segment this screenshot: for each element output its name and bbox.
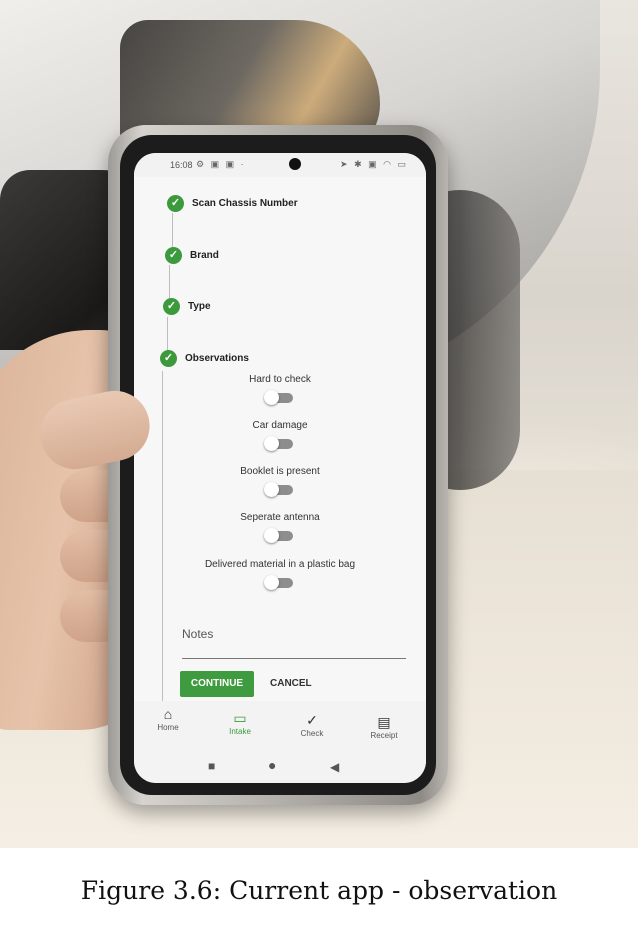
booklet-present-switch[interactable] xyxy=(264,482,293,497)
step-type[interactable]: ✓ Type xyxy=(163,296,211,316)
step-label: Scan Chassis Number xyxy=(192,197,298,209)
inbox-icon: ▭ xyxy=(233,710,247,726)
toggle-label: Car damage xyxy=(252,420,308,431)
nav-label: Home xyxy=(157,723,179,732)
switch-knob xyxy=(264,436,279,451)
step-scan-chassis[interactable]: ✓ Scan Chassis Number xyxy=(167,193,298,213)
phone-bezel: 16:08 ⚙ ▣ ▣ · ➤ ✱ ▣ ◠ ▭ ✓ Scan Chassis N… xyxy=(120,135,436,795)
toggle-label: Delivered material in a plastic bag xyxy=(204,559,356,570)
observation-hard-to-check: Hard to check xyxy=(134,374,426,408)
system-navigation-bar: ■ ● ◀ xyxy=(134,751,426,783)
nav-check[interactable]: ✓ Check xyxy=(284,711,340,738)
step-connector xyxy=(172,213,173,247)
switch-knob xyxy=(264,575,279,590)
nav-label: Check xyxy=(300,729,324,738)
notes-field[interactable]: Notes xyxy=(182,627,213,641)
notes-underline xyxy=(182,658,406,659)
check-circle-icon: ✓ xyxy=(163,297,180,315)
home-circle-icon[interactable]: ● xyxy=(268,757,276,773)
status-bar: 16:08 ⚙ ▣ ▣ · ➤ ✱ ▣ ◠ ▭ xyxy=(134,153,426,177)
check-circle-icon: ✓ xyxy=(165,246,182,264)
continue-button[interactable]: CONTINUE xyxy=(180,671,254,697)
step-label: Brand xyxy=(190,249,219,261)
nav-intake[interactable]: ▭ Intake xyxy=(212,709,268,736)
home-icon: ⌂ xyxy=(163,706,173,722)
front-camera xyxy=(289,158,301,170)
cancel-button[interactable]: CANCEL xyxy=(270,671,330,697)
nav-label: Receipt xyxy=(370,731,398,740)
switch-knob xyxy=(264,528,279,543)
figure-caption: Figure 3.6: Current app - observation xyxy=(80,876,558,905)
nav-label: Intake xyxy=(229,727,251,736)
step-label: Type xyxy=(188,300,211,312)
car-damage-switch[interactable] xyxy=(264,436,293,451)
check-icon: ✓ xyxy=(306,712,318,728)
step-connector xyxy=(167,317,168,351)
switch-knob xyxy=(264,482,279,497)
nav-home[interactable]: ⌂ Home xyxy=(140,705,196,732)
toggle-label: Hard to check xyxy=(249,374,311,385)
nav-receipt[interactable]: ▤ Receipt xyxy=(356,713,412,740)
step-observations[interactable]: ✓ Observations xyxy=(160,348,249,368)
step-connector xyxy=(169,265,170,299)
switch-knob xyxy=(264,390,279,405)
separate-antenna-switch[interactable] xyxy=(264,528,293,543)
step-brand[interactable]: ✓ Brand xyxy=(165,245,219,265)
system-status-icons: ➤ ✱ ▣ ◠ ▭ xyxy=(340,159,408,169)
check-circle-icon: ✓ xyxy=(160,349,177,367)
toggle-label: Seperate antenna xyxy=(240,512,320,523)
app-screen: 16:08 ⚙ ▣ ▣ · ➤ ✱ ▣ ◠ ▭ ✓ Scan Chassis N… xyxy=(134,153,426,783)
status-time: 16:08 xyxy=(170,160,193,170)
receipt-icon: ▤ xyxy=(377,714,391,730)
check-circle-icon: ✓ xyxy=(167,194,184,212)
notification-icons: ⚙ ▣ ▣ · xyxy=(196,159,246,169)
observation-separate-antenna: Seperate antenna xyxy=(134,512,426,546)
step-label: Observations xyxy=(185,352,249,364)
observation-booklet-present: Booklet is present xyxy=(134,466,426,500)
toggle-label: Booklet is present xyxy=(240,466,320,477)
back-icon[interactable]: ◀ xyxy=(330,760,339,774)
recents-icon[interactable]: ■ xyxy=(208,759,215,773)
hard-to-check-switch[interactable] xyxy=(264,390,293,405)
observation-car-damage: Car damage xyxy=(134,420,426,454)
observation-plastic-bag: Delivered material in a plastic bag xyxy=(134,559,426,593)
photo-background: 16:08 ⚙ ▣ ▣ · ➤ ✱ ▣ ◠ ▭ ✓ Scan Chassis N… xyxy=(0,0,638,848)
phone: 16:08 ⚙ ▣ ▣ · ➤ ✱ ▣ ◠ ▭ ✓ Scan Chassis N… xyxy=(108,125,448,805)
bottom-navigation: ⌂ Home ▭ Intake ✓ Check ▤ Receipt xyxy=(134,701,426,751)
plastic-bag-switch[interactable] xyxy=(264,575,293,590)
